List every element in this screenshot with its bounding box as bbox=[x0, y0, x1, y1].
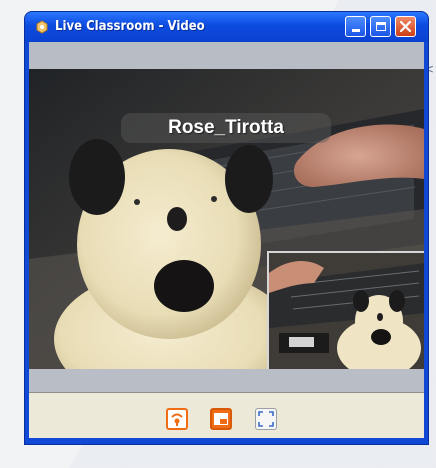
fullscreen-button[interactable] bbox=[255, 408, 277, 430]
video-area: Rose_Tirotta bbox=[29, 42, 424, 392]
picture-in-picture-icon bbox=[214, 413, 228, 425]
maximize-icon bbox=[375, 22, 386, 31]
video-window: Live Classroom - Video Rose_Tirotta bbox=[24, 11, 429, 445]
video-status-strip bbox=[29, 369, 424, 393]
broadcast-icon bbox=[171, 413, 183, 426]
window-bottom-border bbox=[25, 438, 428, 444]
video-toolbar bbox=[29, 394, 424, 438]
minimize-button[interactable] bbox=[345, 16, 366, 37]
main-video-feed[interactable]: Rose_Tirotta bbox=[29, 69, 424, 369]
window-title: Live Classroom - Video bbox=[55, 19, 205, 34]
close-button[interactable] bbox=[395, 16, 416, 37]
broadcast-button[interactable] bbox=[166, 408, 188, 430]
self-view-feed-image bbox=[269, 253, 424, 369]
app-icon bbox=[35, 20, 49, 34]
maximize-button[interactable] bbox=[370, 16, 391, 37]
participant-name-label: Rose_Tirotta bbox=[121, 113, 331, 143]
title-bar[interactable]: Live Classroom - Video bbox=[25, 12, 428, 42]
self-view-pip[interactable] bbox=[267, 251, 424, 369]
window-content: Rose_Tirotta bbox=[29, 42, 424, 438]
fullscreen-icon bbox=[258, 411, 274, 427]
minimize-icon bbox=[351, 28, 360, 32]
close-icon bbox=[400, 21, 411, 32]
picture-in-picture-button[interactable] bbox=[210, 408, 232, 430]
